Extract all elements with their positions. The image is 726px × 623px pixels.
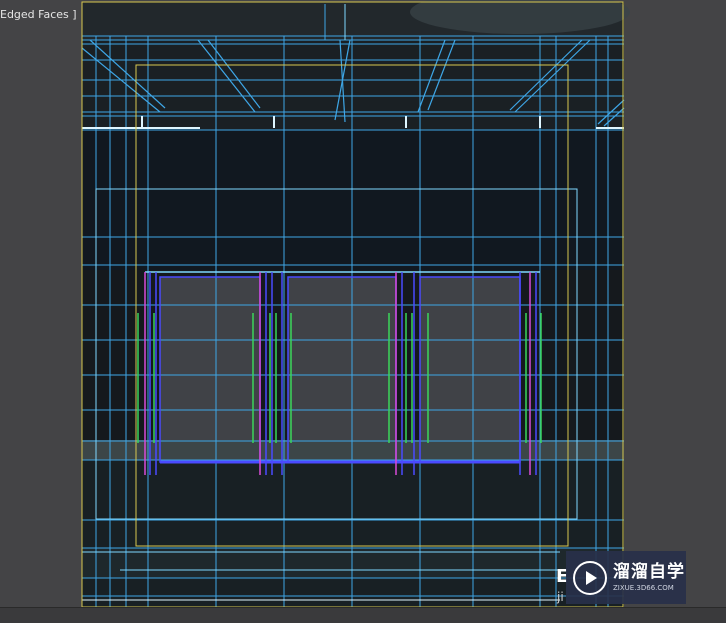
upper-wall <box>82 130 624 270</box>
watermark-text: 溜溜自学 ZIXUE.3D66.COM <box>613 561 685 592</box>
floor <box>82 460 624 607</box>
watermark: 溜溜自学 ZIXUE.3D66.COM <box>566 551 686 604</box>
ground-strip <box>82 440 624 460</box>
watermark-brand: 溜溜自学 <box>613 561 685 582</box>
partial-letters: ji <box>557 590 564 604</box>
viewport[interactable]: Edged Faces ] E ji 溜溜自学 ZIXUE.3D66.COM <box>0 0 726 623</box>
play-circle-icon <box>573 560 607 595</box>
viewport-bottom-strip <box>0 607 726 623</box>
scene-wireframe[interactable] <box>0 0 726 622</box>
watermark-url: ZIXUE.3D66.COM <box>613 583 674 592</box>
